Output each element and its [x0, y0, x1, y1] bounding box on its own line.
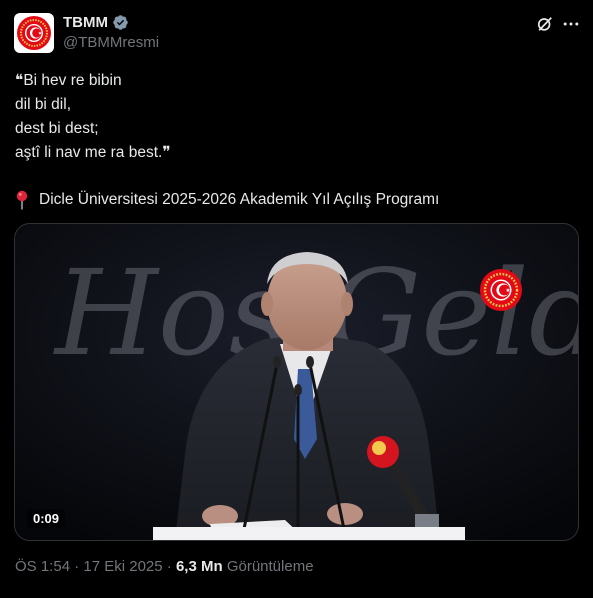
author-display-name[interactable]: TBMM	[63, 14, 108, 31]
author-handle[interactable]: @TBMMresmi	[63, 34, 159, 51]
post-date[interactable]: 17 Eki 2025	[83, 558, 162, 575]
tbmm-emblem-backdrop-icon	[480, 269, 522, 311]
views-label: Görüntüleme	[226, 558, 314, 575]
post-time[interactable]: ÖS 1:54	[15, 558, 70, 575]
location-line: Dicle Üniversitesi 2025-2026 Akademik Yı…	[15, 189, 439, 211]
more-options-icon[interactable]	[561, 14, 581, 34]
quote-line: aştî li nav me ra best.❞	[15, 144, 171, 161]
meta-separator: ·	[74, 558, 80, 575]
video-duration-badge: 0:09	[27, 509, 66, 528]
quote-line: ❝Bi hev re bibin	[15, 72, 122, 89]
meta-separator: ·	[166, 558, 172, 575]
round-pushpin-icon	[16, 190, 28, 210]
video-frame: Hoş Geldiniz	[15, 224, 578, 540]
video-player[interactable]: Hoş Geldiniz	[14, 223, 579, 541]
location-text: Dicle Üniversitesi 2025-2026 Akademik Yı…	[39, 191, 440, 208]
quote-line: dil bi dil,	[15, 96, 71, 113]
tbmm-emblem-icon	[17, 16, 51, 50]
views-count[interactable]: 6,3 Mn	[176, 558, 223, 575]
post: TBMM @TBMMresmi ❝Bi hev re bibin dil bi …	[0, 0, 593, 598]
grok-icon[interactable]	[535, 14, 555, 34]
verified-badge-icon[interactable]	[112, 14, 129, 31]
author-name-row: TBMM	[63, 14, 129, 31]
avatar[interactable]	[14, 13, 54, 53]
post-meta: ÖS 1:54 · 17 Eki 2025 · 6,3 Mn Görüntüle…	[15, 558, 314, 575]
quote-line: dest bi dest;	[15, 120, 99, 137]
podium	[153, 527, 465, 540]
post-text: ❝Bi hev re bibin dil bi dil, dest bi des…	[15, 69, 171, 165]
